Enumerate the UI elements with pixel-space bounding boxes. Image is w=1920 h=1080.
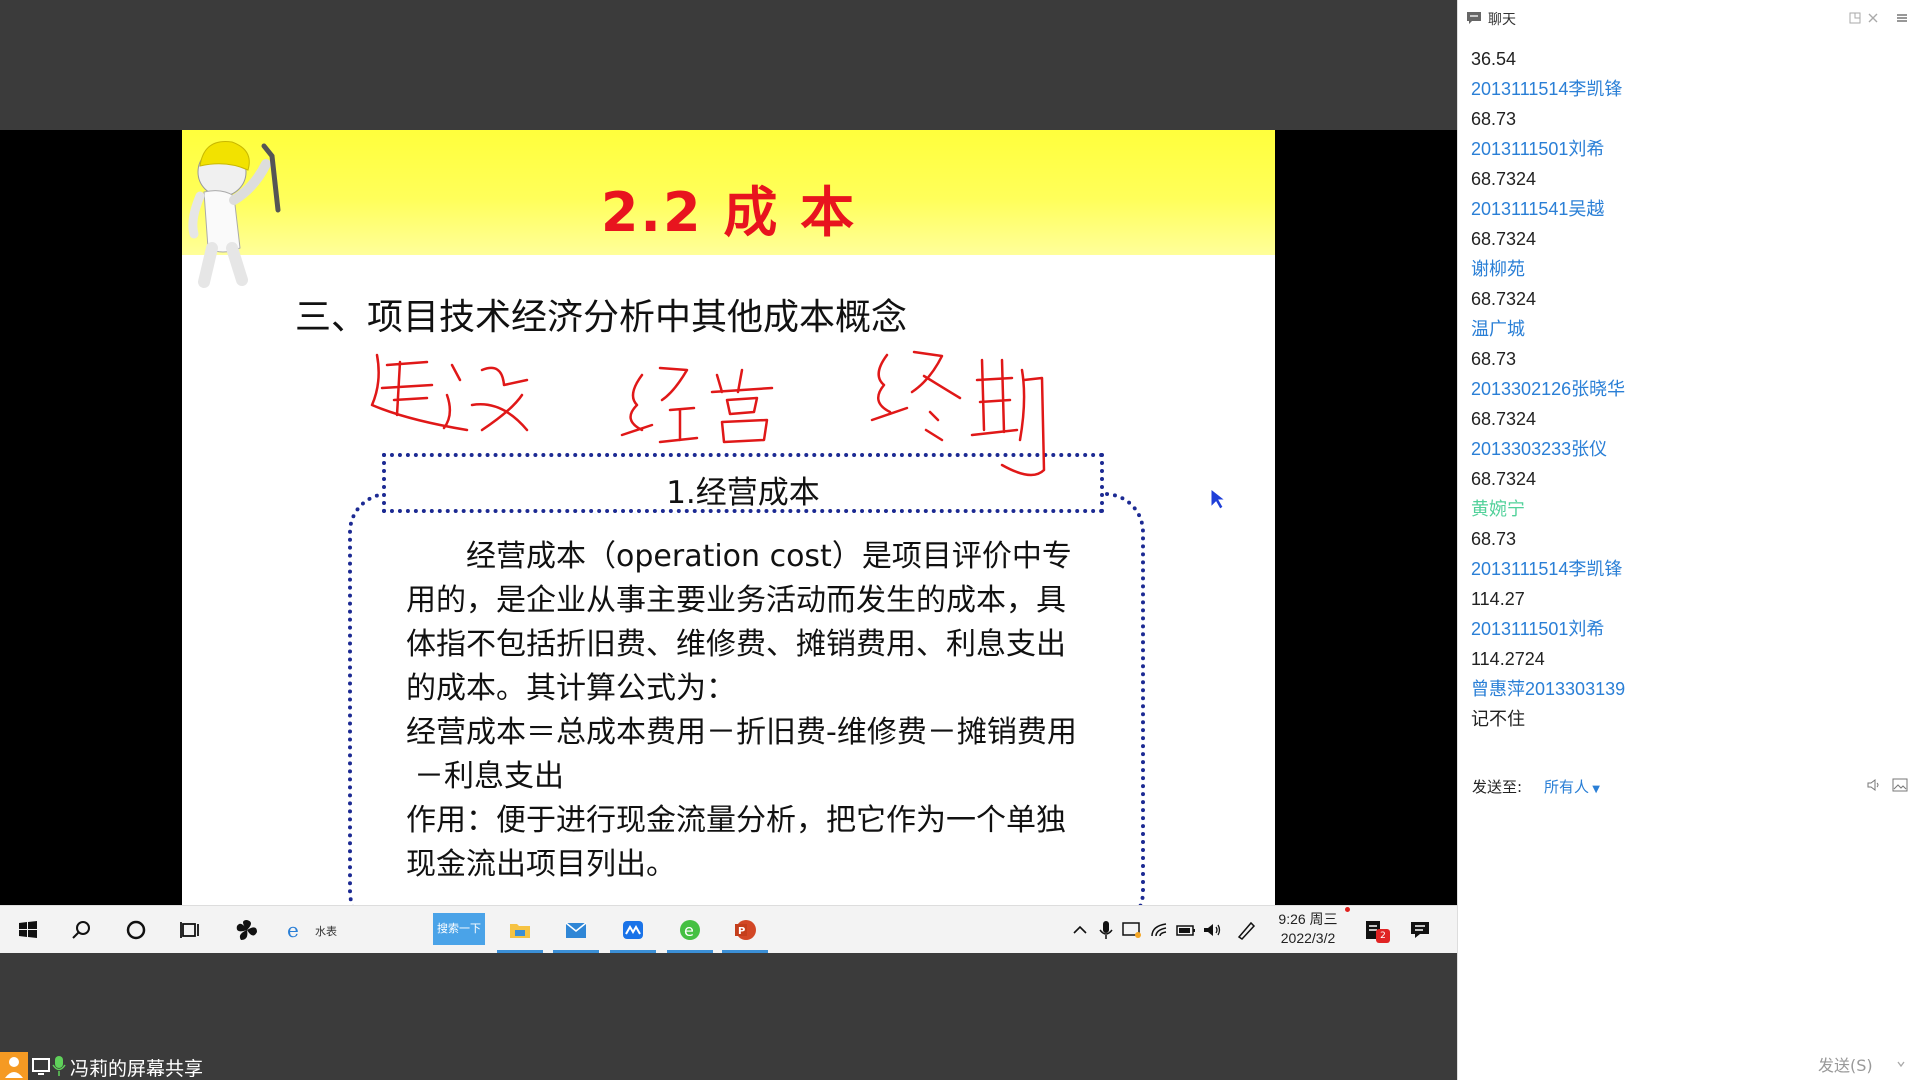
browser-e-icon[interactable]: e [678, 918, 702, 942]
microphone-icon[interactable] [52, 1055, 66, 1077]
presentation-slide: 2.2 成 本 三、项目技术经济分析中其他成本概念 1.经营成本 经营成本（op… [182, 130, 1275, 905]
image-icon[interactable] [1892, 777, 1908, 793]
chat-message-text: 114.27 [1471, 589, 1525, 609]
share-status-label: 冯莉的屏幕共享 [70, 1058, 204, 1080]
volume-icon[interactable] [1200, 918, 1224, 942]
shared-screen-area: 2.2 成 本 三、项目技术经济分析中其他成本概念 1.经营成本 经营成本（op… [0, 0, 1457, 1080]
browser-active-indicator [667, 950, 713, 953]
chat-message-text: 68.7324 [1471, 169, 1537, 189]
meeting-active-indicator [610, 950, 656, 953]
chat-header: 聊天 [1458, 0, 1920, 36]
microphone-icon[interactable] [1094, 918, 1118, 942]
notification-badge: 2 [1376, 929, 1390, 943]
send-button[interactable]: 发送(S) [1818, 1052, 1873, 1076]
body-line: 现金流出项目列出。 [406, 847, 676, 882]
body-line: 作用：便于进行现金流量分析，把它作为一个单独 [406, 803, 1066, 838]
send-to-row: 发送至: 所有人 ▼ [1472, 776, 1912, 796]
slide-title: 2.2 成 本 [600, 181, 857, 244]
chat-sender-name[interactable]: 2013303233张仪 [1471, 434, 1901, 464]
mail-active-indicator [553, 950, 599, 953]
taskbar-clock[interactable]: 9:26 周三 2022/3/2 [1268, 910, 1348, 948]
chat-sender-name[interactable]: 谢柳苑 [1471, 254, 1901, 284]
screen-share-icon[interactable] [1120, 918, 1144, 942]
chat-message-list: 36.54 2013111514李凯锋 68.73 2013111501刘希 68.73… [1471, 44, 1901, 734]
powerpoint-active-indicator [722, 950, 768, 953]
chat-sender-name[interactable]: 2013111514李凯锋 [1471, 554, 1901, 584]
search-icon[interactable] [70, 918, 94, 942]
chat-message-text: 36.54 [1471, 49, 1517, 69]
chevron-down-icon[interactable] [1896, 1059, 1906, 1069]
send-to-label: 发送至: [1472, 778, 1523, 796]
screen-share-status: 冯莉的屏幕共享 [0, 1052, 240, 1080]
ie-tab-label[interactable]: 水表 [315, 923, 337, 939]
participant-icon [0, 1052, 28, 1080]
body-line: 的成本。其计算公式为： [406, 671, 736, 706]
meeting-app-icon[interactable] [621, 918, 645, 942]
body-line: 经营成本＝总成本费用－折旧费-维修费－摊销费用 [406, 715, 1077, 750]
svg-text:e: e [684, 921, 694, 940]
popout-icon[interactable] [1849, 12, 1861, 24]
recording-dot [1345, 907, 1350, 912]
close-icon[interactable] [1867, 12, 1879, 24]
network-icon[interactable] [1148, 918, 1172, 942]
screen-icon [32, 1058, 50, 1075]
sound-icon[interactable] [1866, 777, 1882, 793]
send-to-dropdown[interactable]: 所有人 ▼ [1544, 776, 1600, 797]
action-center-icon[interactable] [1408, 918, 1432, 942]
chat-message-text: 68.7324 [1471, 229, 1537, 249]
taskbar-search-button[interactable]: 搜索一下 [433, 913, 485, 945]
chat-message-text: 记不住 [1471, 709, 1525, 729]
chat-message-text: 68.7324 [1471, 469, 1537, 489]
chat-sender-name[interactable]: 温广城 [1471, 314, 1901, 344]
chat-sender-name[interactable]: 2013111501刘希 [1471, 134, 1901, 164]
chat-title: 聊天 [1488, 12, 1516, 28]
mail-icon[interactable] [564, 918, 588, 942]
chat-message-text: 68.73 [1471, 529, 1517, 549]
definition-box-header: 1.经营成本 [382, 453, 1104, 513]
definition-body: 经营成本（operation cost）是项目评价中专 用的，是企业从事主要业务… [406, 535, 1096, 887]
cortana-icon[interactable] [124, 918, 148, 942]
send-to-value: 所有人 [1544, 778, 1590, 796]
chat-sender-name[interactable]: 2013111514李凯锋 [1471, 74, 1901, 104]
svg-text:e: e [287, 918, 299, 942]
ie-browser-icon[interactable]: e [284, 918, 308, 942]
body-line: 体指不包括折旧费、维修费、摊销费用、利息支出 [406, 627, 1066, 662]
chat-sender-name[interactable]: 曾惠萍2013303139 [1471, 674, 1901, 704]
battery-icon[interactable] [1174, 918, 1198, 942]
chat-message-text: 68.73 [1471, 349, 1517, 369]
chat-bubble-icon [1467, 12, 1481, 24]
explorer-active-indicator [497, 950, 543, 953]
slide-heading: 三、项目技术经济分析中其他成本概念 [295, 297, 908, 338]
windows-start-icon[interactable] [16, 918, 40, 942]
body-line: 经营成本（operation cost）是项目评价中专 [406, 539, 1072, 574]
clock-date: 2022/3/2 [1280, 930, 1336, 946]
body-line: －利息支出 [414, 759, 564, 794]
mouse-pointer-icon [1210, 487, 1227, 510]
chat-sender-name[interactable]: 2013111501刘希 [1471, 614, 1901, 644]
chat-panel: 聊天 36.54 2013111514李凯锋 68.73 2013111501刘希 68… [1457, 0, 1920, 1080]
dropdown-arrow-icon: ▼ [1589, 784, 1600, 795]
svg-text:P: P [738, 926, 745, 937]
chat-message-text: 68.73 [1471, 109, 1517, 129]
clock-time: 9:26 周三 [1278, 911, 1338, 927]
body-line: 用的，是企业从事主要业务活动而发生的成本，具 [406, 583, 1066, 618]
task-view-icon[interactable] [178, 918, 202, 942]
powerpoint-icon[interactable]: P [733, 918, 757, 942]
windows-taskbar: e 水表 搜索一下 e P 9:26 周三 2022/3/2 2 [0, 905, 1457, 953]
pen-ink-icon[interactable] [1234, 918, 1258, 942]
chat-sender-name[interactable]: 2013302126张晓华 [1471, 374, 1901, 404]
file-explorer-icon[interactable] [508, 918, 532, 942]
share-top-margin [0, 0, 1457, 130]
chat-sender-name[interactable]: 2013111541吴越 [1471, 194, 1901, 224]
chat-message-text: 68.7324 [1471, 409, 1537, 429]
chat-message-text: 68.7324 [1471, 289, 1537, 309]
chevron-up-icon[interactable] [1068, 918, 1092, 942]
pinwheel-app-icon[interactable] [235, 918, 259, 942]
chat-message-text: 114.2724 [1471, 649, 1545, 669]
chat-sender-name[interactable]: 黄婉宁 [1471, 494, 1901, 524]
definition-box-title: 1.经营成本 [666, 475, 820, 511]
menu-icon[interactable] [1896, 12, 1908, 24]
